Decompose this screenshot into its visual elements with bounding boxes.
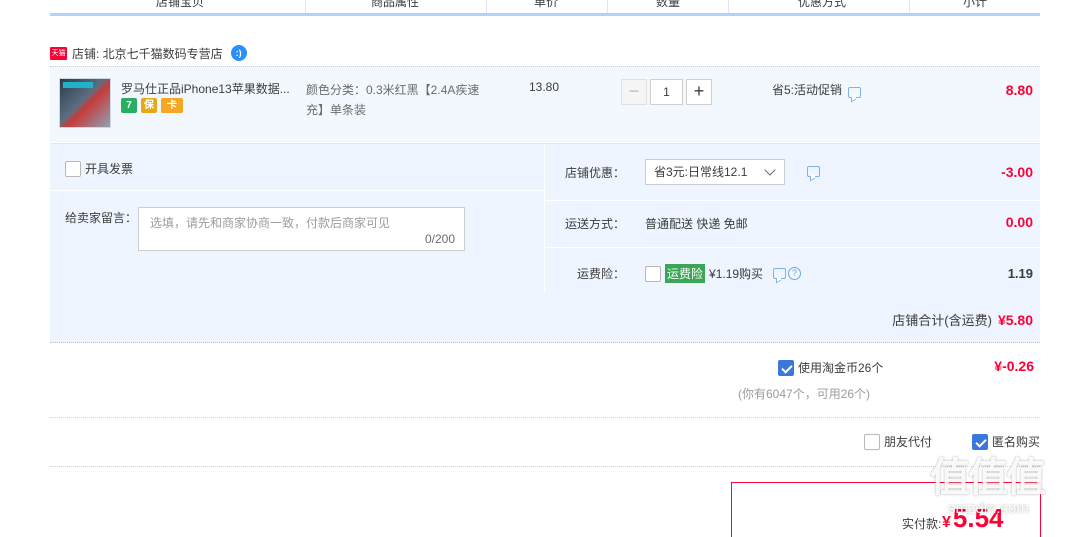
header-shop-item: 店铺宝贝: [155, 0, 204, 9]
insurance-label: 运费险：: [576, 267, 625, 281]
shipping-label: 运送方式：: [564, 217, 625, 231]
wangwang-chat-icon[interactable]: :): [230, 45, 247, 61]
coins-label: 使用淘金币26个: [798, 361, 884, 375]
shop-total: 店铺合计(含运费) ¥5.80: [892, 310, 1033, 329]
shipping-amount: 0.00: [1005, 214, 1033, 230]
item-subtotal: 8.80: [1005, 82, 1033, 98]
anonymous-label: 匿名购买: [992, 435, 1041, 449]
header-subtotal: 小计: [962, 0, 987, 9]
attr-line: 颜色分类：0.3米红黑【2.4A疾速: [306, 83, 480, 97]
header-quantity: 数量: [655, 0, 680, 9]
header-separator: [486, 0, 487, 13]
header-price: 单价: [533, 0, 558, 9]
shop-row: 天猫 店铺: 北京七千猫数码专营店 :): [50, 44, 247, 62]
coins-amount: ¥-0.26: [994, 358, 1034, 374]
tmall-badge: 天猫: [50, 46, 67, 60]
shop-name-link[interactable]: 店铺: 北京七千猫数码专营店: [72, 45, 223, 62]
cart-item-row: 罗马仕正品iPhone13苹果数据... 7 保 卡 颜色分类：0.3米红黑【2…: [50, 66, 1040, 142]
anonymous-checkbox[interactable]: [972, 433, 988, 450]
header-separator: [909, 0, 910, 13]
comment-icon[interactable]: [848, 87, 862, 98]
insurance-amount: 1.19: [1007, 266, 1033, 281]
shop-discount-value: 省3元:日常线12.1: [654, 165, 748, 179]
insurance-tag: 运费险: [665, 264, 706, 283]
help-icon[interactable]: ?: [788, 267, 802, 280]
quantity-input[interactable]: 1: [650, 79, 683, 105]
friend-pay-option[interactable]: 朋友代付: [864, 433, 932, 450]
message-label: 给卖家留言：: [65, 211, 138, 225]
insurance-checkbox[interactable]: [645, 265, 661, 282]
product-title-link[interactable]: 罗马仕正品iPhone13苹果数据...: [121, 80, 301, 97]
discount-text: 省5:活动促销: [772, 83, 843, 97]
taojinbi-option[interactable]: 使用淘金币26个: [778, 359, 883, 376]
credit-card-icon[interactable]: 卡: [161, 98, 183, 113]
quantity-decrease-button[interactable]: −: [621, 79, 647, 105]
header-separator: [728, 0, 729, 13]
shipping-method: 普通配送 快递 免邮: [645, 217, 748, 231]
order-extras-panel: 开具发票 给卖家留言： 选填，请先和商家协商一致，付款后商家可见 0/200 店…: [50, 143, 1040, 293]
coins-checkbox[interactable]: [778, 359, 794, 376]
header-separator: [305, 0, 306, 13]
divider: [50, 466, 1040, 467]
unit-price: 13.80: [529, 80, 560, 94]
coins-available: (你有6047个，可用26个): [738, 387, 871, 401]
shop-total-row: 店铺合计(含运费) ¥5.80: [50, 293, 1040, 343]
shop-total-label: 店铺合计(含运费): [892, 313, 992, 328]
message-char-count: 0/200: [424, 232, 455, 246]
service-icons: 7 保 卡: [121, 98, 183, 113]
header-discount: 优惠方式: [797, 0, 846, 9]
message-placeholder: 选填，请先和商家协商一致，付款后商家可见: [150, 216, 391, 230]
product-attributes: 颜色分类：0.3米红黑【2.4A疾速 充】单条装: [306, 80, 496, 120]
insurance-price: ¥1.19购买: [709, 267, 764, 281]
shop-total-amount: ¥5.80: [997, 312, 1033, 328]
comment-icon[interactable]: [773, 268, 787, 279]
anonymous-option[interactable]: 匿名购买: [972, 433, 1040, 450]
invoice-option[interactable]: 开具发票: [65, 160, 133, 177]
watermark-url: smzdm.com: [948, 500, 1029, 517]
friend-pay-checkbox[interactable]: [864, 433, 880, 450]
shop-discount-amount: -3.00: [1001, 164, 1033, 180]
invoice-checkbox[interactable]: [65, 160, 81, 177]
chevron-down-icon: [764, 164, 776, 176]
watermark-logo: 值值值: [930, 456, 1046, 500]
seven-day-return-icon[interactable]: 7: [121, 98, 137, 113]
column-header: 店铺宝贝 商品属性 单价 数量 优惠方式 小计: [50, 0, 1040, 16]
attr-line: 充】单条装: [306, 103, 367, 117]
item-discount: 省5:活动促销: [772, 81, 862, 98]
shop-discount-label: 店铺优惠：: [564, 166, 625, 180]
watermark: 值值值 smzdm.com: [930, 456, 1078, 536]
guarantee-icon[interactable]: 保: [141, 98, 157, 113]
header-attributes: 商品属性: [370, 0, 419, 9]
shipping-insurance-option: 运费险 ¥1.19购买 ?: [645, 264, 802, 283]
comment-icon[interactable]: [807, 166, 820, 177]
friend-pay-label: 朋友代付: [884, 435, 933, 449]
divider: [50, 417, 1040, 418]
seller-message-textarea[interactable]: 选填，请先和商家协商一致，付款后商家可见 0/200: [138, 207, 465, 251]
header-separator: [607, 0, 608, 13]
product-thumbnail[interactable]: [59, 78, 111, 128]
invoice-label: 开具发票: [85, 162, 134, 176]
quantity-stepper: − 1 +: [621, 79, 712, 105]
quantity-increase-button[interactable]: +: [686, 79, 712, 105]
shop-discount-select[interactable]: 省3元:日常线12.1: [645, 159, 785, 185]
